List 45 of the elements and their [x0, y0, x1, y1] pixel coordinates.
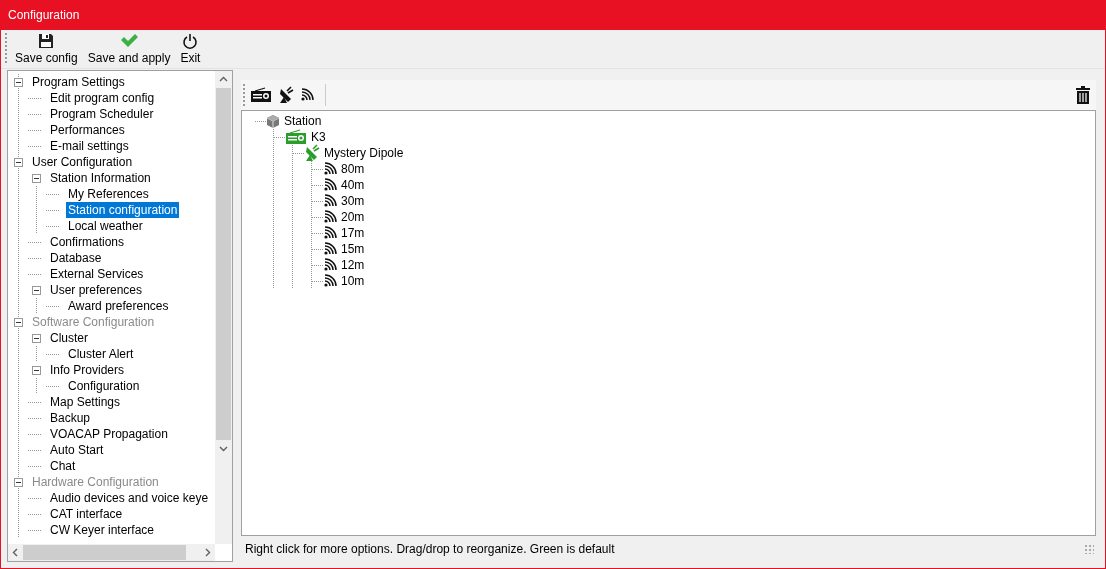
tree-item[interactable]: 17m: [341, 226, 365, 240]
tree-item[interactable]: 80m: [341, 162, 365, 176]
tree-item[interactable]: 30m: [341, 194, 365, 208]
cube-icon: [266, 114, 280, 128]
tree-item[interactable]: K3: [311, 130, 326, 144]
collapse-icon[interactable]: [14, 77, 23, 87]
checkmark-icon: [120, 33, 139, 49]
tree-item[interactable]: Database: [48, 250, 104, 266]
tree-item[interactable]: 20m: [341, 210, 365, 224]
tree-item[interactable]: Performances: [48, 122, 127, 138]
tree-item[interactable]: Local weather: [66, 218, 145, 234]
tree-item[interactable]: Award preferences: [66, 298, 171, 314]
power-icon: [182, 33, 199, 49]
tree-item[interactable]: 10m: [341, 274, 365, 288]
collapse-icon[interactable]: [32, 173, 41, 183]
radio-icon[interactable]: [250, 87, 272, 103]
tree-item[interactable]: My References: [66, 186, 151, 202]
tree-item[interactable]: E-mail settings: [48, 138, 131, 154]
tree-item[interactable]: 15m: [341, 242, 365, 256]
tree-item[interactable]: Confirmations: [48, 234, 127, 250]
tree-item[interactable]: User preferences: [48, 282, 145, 298]
tree-item[interactable]: User Configuration: [30, 154, 135, 170]
toolbar-button[interactable]: Save config: [15, 30, 78, 68]
horizontal-scrollbar[interactable]: [8, 544, 215, 561]
tree-item[interactable]: Station configuration: [66, 202, 180, 218]
satellite-dish-icon[interactable]: [278, 86, 294, 104]
tree-item[interactable]: Edit program config: [48, 90, 157, 106]
collapse-icon[interactable]: [14, 157, 23, 167]
toolbar-button[interactable]: Save and apply: [87, 30, 171, 68]
size-grip-icon[interactable]: [1084, 544, 1094, 554]
tree-item[interactable]: Station: [284, 114, 322, 128]
vertical-scrollbar[interactable]: [215, 71, 232, 544]
tree-item[interactable]: Program Scheduler: [48, 106, 156, 122]
signal-waves-icon[interactable]: [300, 88, 314, 102]
collapse-icon[interactable]: [32, 285, 41, 295]
toolbar-button[interactable]: Exit: [180, 30, 201, 68]
status-text: Right click for more options. Drag/drop to reorganize. Green is default: [245, 542, 616, 556]
trash-icon[interactable]: [1076, 86, 1090, 104]
window-title: Configuration: [8, 8, 80, 22]
tree-item[interactable]: 40m: [341, 178, 365, 192]
tree-item[interactable]: External Services: [48, 266, 146, 282]
tree-item[interactable]: Mystery Dipole: [324, 146, 404, 160]
tree-item[interactable]: 12m: [341, 258, 365, 272]
tree-item[interactable]: Station Information: [48, 170, 153, 186]
tree-item[interactable]: Program Settings: [30, 74, 127, 90]
